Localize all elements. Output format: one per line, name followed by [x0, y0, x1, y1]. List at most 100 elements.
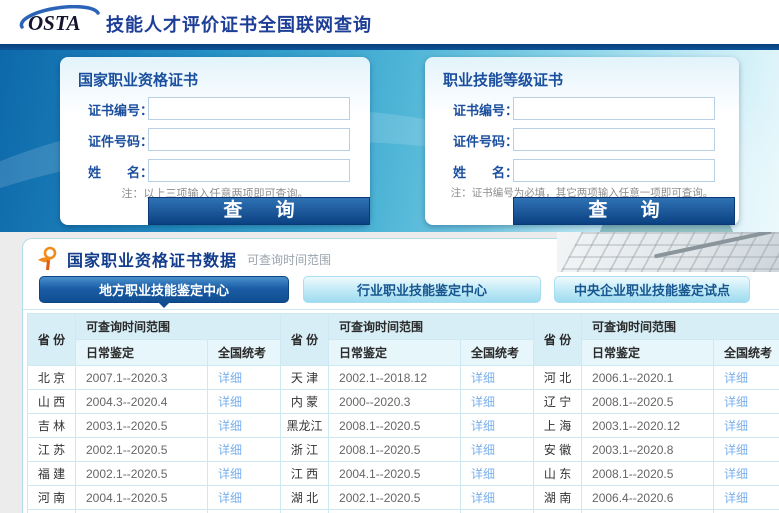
province-cell: 山 东 [533, 461, 583, 486]
detail-link[interactable]: 详细 [471, 419, 495, 433]
detail-cell: 详细 [713, 365, 779, 390]
detail-link[interactable]: 详细 [218, 443, 242, 457]
province-cell: 福 建 [27, 461, 76, 486]
query-button[interactable]: 查 询 [513, 197, 735, 225]
detail-link[interactable]: 详细 [218, 395, 242, 409]
province-cell: 黑龙江 [280, 413, 330, 438]
daily-range-cell: 2007.1--2020.3 [75, 365, 208, 390]
name-input[interactable] [513, 159, 715, 182]
province-cell: 辽 宁 [533, 389, 583, 414]
detail-link[interactable]: 详细 [724, 395, 748, 409]
province-cell: 浙 江 [280, 437, 330, 462]
keyboard-photo [557, 232, 779, 272]
detail-link[interactable]: 详细 [724, 371, 748, 385]
province-cell: 湖 北 [280, 485, 330, 510]
detail-cell: 详细 [206, 389, 282, 414]
detail-cell: 详细 [206, 485, 282, 510]
tabs-divider [23, 309, 779, 310]
daily-range-cell: 2000--2020.3 [328, 389, 462, 414]
province-cell: 湖 南 [533, 485, 583, 510]
table-row-partial [27, 509, 779, 513]
id-number-label: 证件号码： [88, 134, 154, 149]
name-label: 姓 名： [453, 165, 519, 180]
id-number-input[interactable] [148, 128, 350, 151]
detail-cell: 详细 [460, 389, 535, 414]
national-exam-header: 全国统考 [206, 339, 282, 366]
daily-range-cell: 2008.1--2020.5 [581, 389, 715, 414]
detail-cell: 详细 [460, 437, 535, 462]
detail-link[interactable]: 详细 [724, 443, 748, 457]
province-cell: 江 苏 [27, 437, 76, 462]
panel-title: 国家职业资格证书 [78, 72, 199, 89]
daily-range-cell: 2004.1--2020.5 [328, 461, 462, 486]
table-row: 北 京 2007.1--2020.3 详细 天 津 2002.1--2018.12 详细 河… [27, 365, 779, 390]
range-column-header: 可查询时间范围 [74, 313, 282, 340]
tab-local-assessment-center[interactable]: 地方职业技能鉴定中心 [39, 276, 289, 308]
province-cell: 北 京 [27, 365, 76, 390]
detail-link[interactable]: 详细 [724, 467, 748, 481]
daily-assessment-header: 日常鉴定 [75, 339, 208, 366]
table-body: 北 京 2007.1--2020.3 详细天 津 2002.1--2018.12 详细河… [27, 365, 779, 513]
detail-cell: 详细 [713, 389, 779, 414]
detail-link[interactable]: 详细 [218, 491, 242, 505]
daily-range-cell: 2003.1--2020.8 [581, 437, 715, 462]
detail-cell: 详细 [206, 413, 282, 438]
detail-cell: 详细 [460, 413, 535, 438]
detail-link[interactable]: 详细 [471, 371, 495, 385]
detail-cell: 详细 [206, 365, 282, 390]
daily-range-cell: 2006.1--2020.1 [581, 365, 715, 390]
certificate-number-input[interactable] [148, 97, 350, 120]
daily-range-cell: 2002.1--2020.5 [328, 485, 462, 510]
detail-cell: 详细 [713, 437, 779, 462]
daily-range-cell: 2003.1--2020.5 [75, 413, 208, 438]
detail-cell: 详细 [460, 461, 535, 486]
range-column-header: 可查询时间范围 [328, 313, 535, 340]
detail-link[interactable]: 详细 [724, 419, 748, 433]
id-number-input[interactable] [513, 128, 715, 151]
id-number-label: 证件号码： [453, 134, 519, 149]
section-subtitle: 可查询时间范围 [247, 252, 332, 267]
section-header: 国家职业资格证书数据 可查询时间范围 [35, 246, 331, 272]
daily-assessment-header: 日常鉴定 [581, 339, 715, 366]
province-column-header: 省 份 [27, 313, 76, 366]
table-row: 河 南 2004.1--2020.5 详细 湖 北 2002.1--2020.5 详细 湖 … [27, 485, 779, 510]
top-header: OSTA 技能人才评价证书全国联网查询 [0, 0, 779, 44]
province-cell: 安 徽 [533, 437, 583, 462]
detail-link[interactable]: 详细 [218, 419, 242, 433]
query-button[interactable]: 查 询 [148, 197, 370, 225]
detail-link[interactable]: 详细 [724, 491, 748, 505]
certificate-number-label: 证书编号： [88, 103, 154, 118]
detail-link[interactable]: 详细 [218, 371, 242, 385]
daily-assessment-header: 日常鉴定 [328, 339, 462, 366]
tab-industry-assessment-center[interactable]: 行业职业技能鉴定中心 [303, 276, 541, 303]
daily-range-cell: 2004.1--2020.5 [75, 485, 208, 510]
table-row: 福 建 2002.1--2020.5 详细 江 西 2004.1--2020.5 详细 山 … [27, 461, 779, 486]
national-exam-header: 全国统考 [460, 339, 535, 366]
detail-cell: 详细 [713, 413, 779, 438]
panel-title: 职业技能等级证书 [443, 72, 564, 89]
province-cell: 江 西 [280, 461, 330, 486]
daily-range-cell: 2008.1--2020.5 [581, 461, 715, 486]
svg-text:OSTA: OSTA [28, 11, 81, 35]
tab-central-enterprise-pilot[interactable]: 中央企业职业技能鉴定试点 [554, 276, 750, 303]
detail-link[interactable]: 详细 [471, 491, 495, 505]
name-input[interactable] [148, 159, 350, 182]
daily-range-cell: 2002.1--2020.5 [75, 437, 208, 462]
skill-level-query-panel: 职业技能等级证书 证书编号： 证件号码： 姓 名： 注：证书编号为必填，其它两项… [425, 57, 739, 225]
detail-link[interactable]: 详细 [471, 443, 495, 457]
range-column-header: 可查询时间范围 [581, 313, 779, 340]
province-column-header: 省 份 [533, 313, 583, 366]
banner: 国家职业资格证书 证书编号： 证件号码： 姓 名： 注：以上三项输入任意两项即可… [0, 44, 779, 232]
detail-link[interactable]: 详细 [471, 467, 495, 481]
national-qualification-query-panel: 国家职业资格证书 证书编号： 证件号码： 姓 名： 注：以上三项输入任意两项即可… [60, 57, 370, 225]
certificate-number-input[interactable] [513, 97, 715, 120]
province-cell: 天 津 [280, 365, 330, 390]
detail-cell: 详细 [713, 461, 779, 486]
detail-link[interactable]: 详细 [218, 467, 242, 481]
certificate-number-label: 证书编号： [453, 103, 519, 118]
province-column-header: 省 份 [280, 313, 330, 366]
section-title: 国家职业资格证书数据 [67, 253, 238, 270]
detail-link[interactable]: 详细 [471, 395, 495, 409]
person-magnifier-icon [38, 246, 57, 270]
daily-range-cell: 2006.4--2020.6 [581, 485, 715, 510]
